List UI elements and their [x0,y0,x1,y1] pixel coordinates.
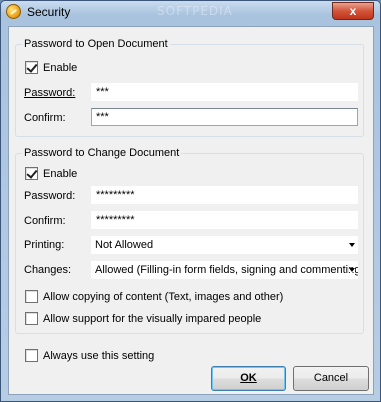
chevron-down-icon [349,243,355,247]
close-icon: x [349,4,357,18]
ok-label: OK [240,372,257,384]
change-password-input[interactable]: ********* [91,186,358,204]
security-dialog: Security SOFTPEDIA x Password to Open Do… [0,0,381,402]
cancel-button[interactable]: Cancel [293,366,369,391]
open-confirm-input[interactable]: *** [91,108,358,126]
printing-select[interactable]: Not Allowed [91,236,358,254]
printing-label: Printing: [24,239,65,251]
always-use-label: Always use this setting [43,350,155,362]
chevron-down-icon [349,268,355,272]
change-password-group: Password to Change Document Enable Passw… [15,146,364,334]
open-enable-label: Enable [43,62,78,74]
printing-value: Not Allowed [95,239,154,251]
title-bar[interactable]: Security SOFTPEDIA x [1,1,380,23]
changes-label: Changes: [24,264,72,276]
watermark: SOFTPEDIA [157,4,233,18]
changes-value: Allowed (Filling-in form fields, signing… [95,264,358,276]
close-button[interactable]: x [332,2,374,20]
open-password-input[interactable]: *** [91,83,358,101]
always-use-checkbox[interactable] [25,349,38,362]
cancel-label: Cancel [313,372,349,384]
open-group-legend: Password to Open Document [22,37,170,51]
open-confirm-label: Confirm: [24,112,66,124]
change-confirm-label: Confirm: [24,215,66,227]
change-enable-label: Enable [43,168,78,180]
change-group-legend: Password to Change Document [22,146,182,160]
change-password-label: Password: [24,190,76,202]
allow-impaired-label: Allow support for the visually impared p… [43,313,262,325]
dialog-body: Password to Open Document Enable Passwor… [8,26,374,395]
open-password-group: Password to Open Document Enable Passwor… [15,37,364,137]
window-title: Security [27,5,71,19]
change-confirm-input[interactable]: ********* [91,211,358,229]
open-enable-checkbox[interactable] [25,61,38,74]
ok-button[interactable]: OK [211,366,286,391]
security-app-icon [6,4,21,19]
changes-select[interactable]: Allowed (Filling-in form fields, signing… [91,261,358,279]
allow-copy-checkbox[interactable] [25,290,38,303]
allow-copy-label: Allow copying of content (Text, images a… [43,291,284,303]
open-password-label: Password: [24,87,76,99]
allow-impaired-checkbox[interactable] [25,312,38,325]
change-enable-checkbox[interactable] [25,167,38,180]
